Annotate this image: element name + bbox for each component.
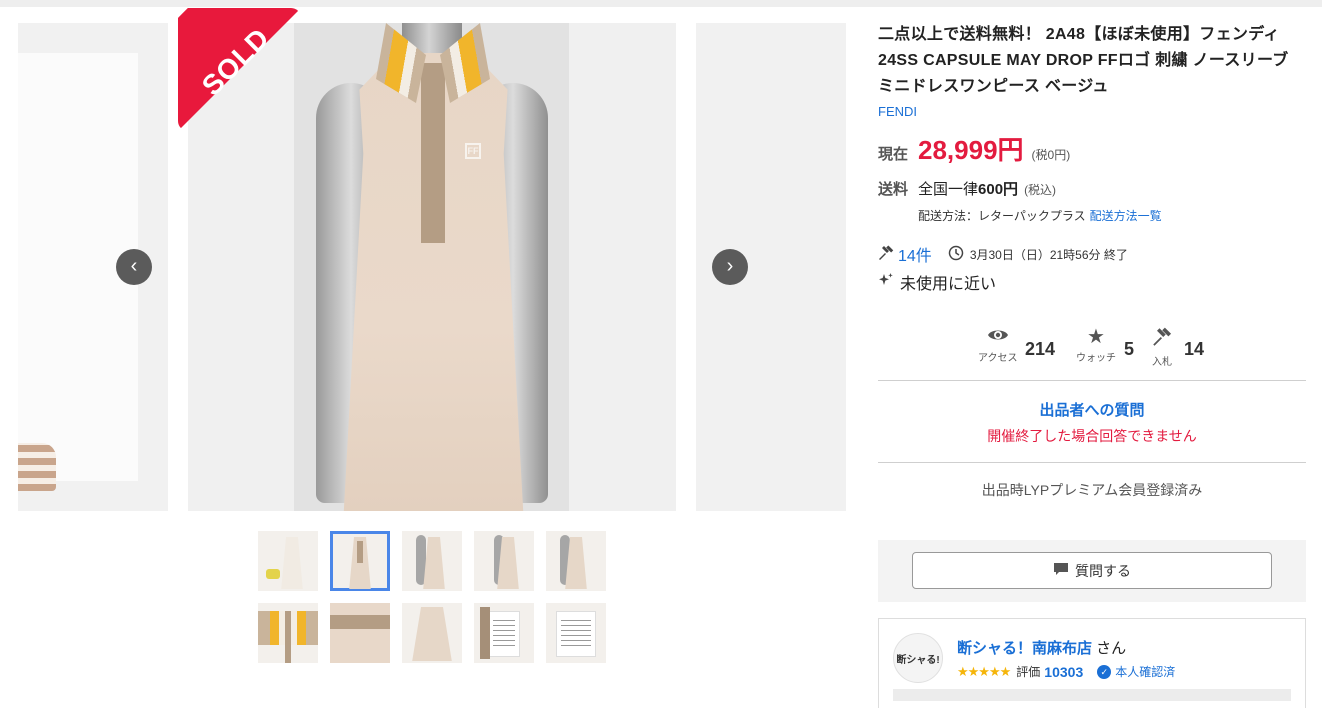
current-price: 28,999円 [918,135,1024,165]
access-count: 214 [1025,339,1056,359]
thumbnail-5[interactable] [546,531,606,591]
thumbnail-4[interactable] [474,531,534,591]
item-info-panel: 二点以上で送料無料！ 2A48【ほぼ未使用】フェンディ 24SS CAPSULE… [878,22,1306,708]
price-label: 現在 [878,146,909,163]
thumbnail-3[interactable] [402,531,462,591]
eye-icon [978,327,1018,347]
ask-question-box: 質問する [878,540,1306,602]
shipping-label: 送料 [878,181,909,198]
watch-label: ウォッチ [1076,353,1116,364]
rating-count-link[interactable]: 10303 [1044,664,1083,680]
price-tax: (税0円) [1031,148,1071,162]
seller-name-suffix: さん [1092,640,1127,657]
divider [878,462,1306,463]
star-icon: ★ [1087,326,1105,348]
ask-question-label: 質問する [1075,562,1131,579]
thumbnail-6[interactable] [258,603,318,663]
ff-logo: FF [465,143,481,159]
watch-stat: ★ ウォッチ [1076,327,1116,364]
watch-count: 5 [1124,339,1135,359]
shipping-methods-link[interactable]: 配送方法一覧 [1090,209,1162,223]
seller-question-link[interactable]: 出品者への質問 [878,399,1306,420]
clock-icon [948,245,964,264]
bid-stat: 入札 [1152,327,1172,368]
qa-closed-note: 開催終了した場合回答できません [987,428,1197,444]
seller-avatar-text: 断シャる! [896,654,940,666]
shipping-amount: 600円 [978,181,1019,198]
chat-bubble-icon [1053,562,1069,579]
chevron-right-icon: › [726,255,734,277]
price-row: 現在 28,999円 (税0円) [878,130,1070,167]
thumbnail-9[interactable] [474,603,534,663]
access-stat: アクセス [978,327,1018,364]
brand-link[interactable]: FENDI [878,104,1306,119]
bid-count: 14 [1184,339,1205,359]
rating-label: 評価 [1016,665,1041,679]
shipping-method-label: 配送方法：レターパックプラス [918,209,1086,223]
gavel-icon [878,244,894,264]
gallery-next-button[interactable]: › [712,249,748,285]
lyp-premium-note: 出品時LYPプレミアム会員登録済み [981,482,1203,498]
verified-label: 本人確認済 [1115,665,1176,679]
end-time: 3月30日（日）21時56分 終了 [969,247,1128,262]
bid-row: 14件 3月30日（日）21時56分 終了 [878,242,1128,266]
condition-text: 未使用に近い [900,276,997,293]
thumbnail-8[interactable] [402,603,462,663]
thumbnail-10[interactable] [546,603,606,663]
ask-question-button[interactable]: 質問する [912,552,1272,589]
sandal-image [18,443,56,491]
gallery-prev-button[interactable]: ‹ [116,249,152,285]
chevron-left-icon: ‹ [130,255,138,277]
shipping-row: 送料 全国一律600円 (税込) [878,178,1056,199]
shipping-value: 全国一律600円 [918,178,1018,199]
seller-avatar[interactable]: 断シャる! [893,633,943,683]
divider [878,380,1306,381]
sold-badge: SOLD [178,8,301,131]
verified-check-icon: ✓ [1097,664,1112,679]
sparkle-icon [878,272,894,293]
dress-placket [421,63,445,243]
top-bar [0,0,1322,7]
gavel-icon [1152,327,1172,351]
seller-rating-row: ★★★★★ 評価 10303 ✓ 本人確認済 [957,663,1175,680]
access-label: アクセス [978,353,1018,364]
bid-label: 入札 [1152,357,1172,368]
shipping-prefix: 全国一律 [918,181,979,198]
thumbnail-1[interactable] [258,531,318,591]
seller-name-row: 断シャる！南麻布店 さん [957,637,1126,658]
item-title: 二点以上で送料無料！ 2A48【ほぼ未使用】フェンディ 24SS CAPSULE… [878,26,1289,95]
seller-card: 断シャる! 断シャる！南麻布店 さん ★★★★★ 評価 10303 ✓ 本人確認… [878,618,1306,708]
condition-row: 未使用に近い [878,270,996,294]
shipping-tax: (税込) [1024,183,1057,197]
shipping-method: 配送方法：レターパックプラス 配送方法一覧 [918,207,1162,224]
seller-card-footer [893,689,1291,701]
rating-stars-icon: ★★★★★ [957,663,1011,679]
stats-bar: アクセス 214 ★ ウォッチ 5 入札 14 [878,327,1306,368]
seller-name-link[interactable]: 断シャる！南麻布店 [957,640,1092,657]
thumbnail-7[interactable] [330,603,390,663]
thumbnail-2[interactable] [330,531,390,591]
bid-count-link[interactable]: 14件 [898,242,932,266]
